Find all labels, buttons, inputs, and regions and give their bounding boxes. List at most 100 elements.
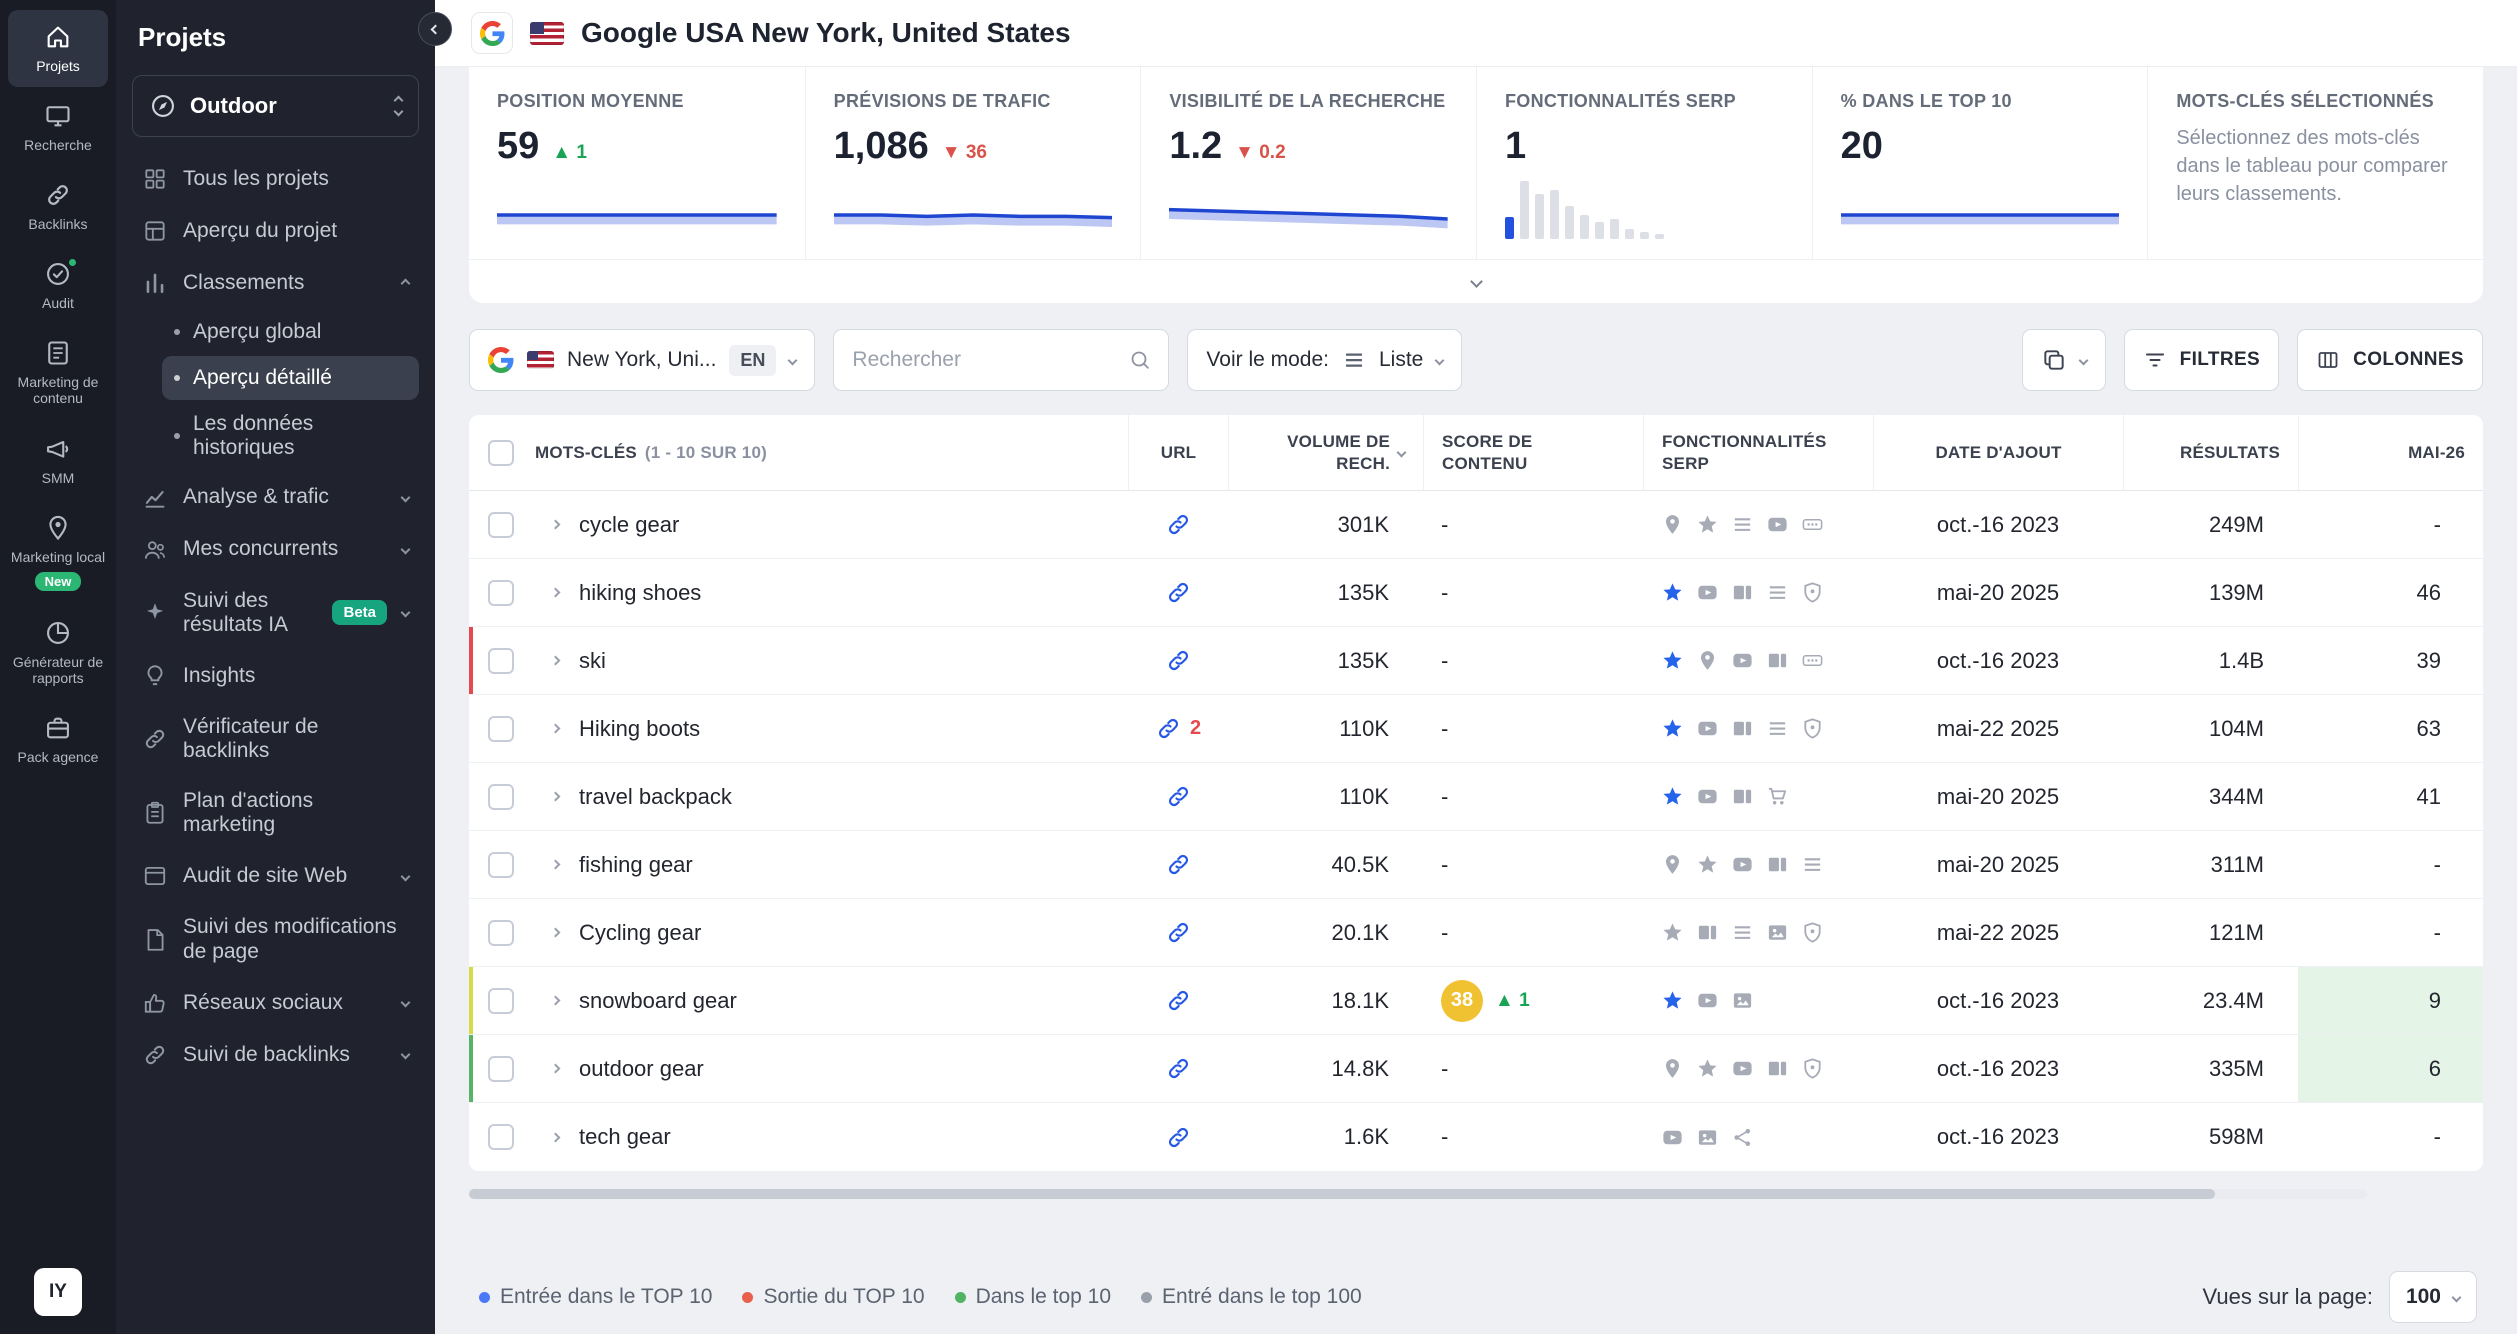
- row-checkbox[interactable]: [469, 763, 533, 830]
- row-checkbox[interactable]: [469, 831, 533, 898]
- sidebar-subitem-apercu-global[interactable]: Aperçu global: [162, 310, 419, 354]
- rail-item-recherche[interactable]: Recherche: [8, 89, 108, 166]
- row-expander[interactable]: [533, 491, 577, 558]
- project-selector[interactable]: Outdoor: [132, 75, 419, 137]
- metric-card[interactable]: MOTS-CLÉS SÉLECTIONNÉSSélectionnez des m…: [2147, 67, 2483, 259]
- sidebar-item-suivi-resultats-ia[interactable]: Suivi des résultats IABeta: [132, 576, 419, 650]
- rail-item-backlinks[interactable]: Backlinks: [8, 168, 108, 245]
- column-header-results[interactable]: RÉSULTATS: [2123, 415, 2298, 490]
- row-checkbox[interactable]: [469, 899, 533, 966]
- sidebar-item-suivi-modifications-page[interactable]: Suivi des modifications de page: [132, 902, 419, 976]
- sidebar-item-insights[interactable]: Insights: [132, 650, 419, 702]
- row-expander[interactable]: [533, 831, 577, 898]
- metric-card[interactable]: VISIBILITÉ DE LA RECHERCHE1.2▼ 0.2: [1140, 67, 1476, 259]
- keyword-cell[interactable]: snowboard gear: [577, 967, 1128, 1034]
- sidebar-collapse-button[interactable]: [418, 12, 452, 46]
- row-checkbox[interactable]: [469, 1035, 533, 1102]
- view-mode-selector[interactable]: Voir le mode: Liste: [1187, 329, 1462, 391]
- row-checkbox[interactable]: [469, 491, 533, 558]
- metric-card[interactable]: % DANS LE TOP 1020: [1812, 67, 2148, 259]
- url-cell[interactable]: [1128, 491, 1228, 558]
- column-header-period[interactable]: MAI-26: [2298, 415, 2483, 490]
- copy-dropdown-button[interactable]: [2022, 329, 2106, 391]
- sidebar-subitem-apercu-detaille[interactable]: Aperçu détaillé: [162, 356, 419, 400]
- table-row: cycle gear301K-oct.-16 2023249M-: [469, 491, 2483, 559]
- row-expander[interactable]: [533, 695, 577, 762]
- keyword-search[interactable]: [833, 329, 1169, 391]
- sidebar-subitem-donnees-historiques[interactable]: Les données historiques: [162, 402, 419, 470]
- keyword-cell[interactable]: Hiking boots: [577, 695, 1128, 762]
- url-cell[interactable]: [1128, 627, 1228, 694]
- row-expander[interactable]: [533, 627, 577, 694]
- keyword-cell[interactable]: hiking shoes: [577, 559, 1128, 626]
- metric-card[interactable]: POSITION MOYENNE59▲ 1: [469, 67, 805, 259]
- select-all-checkbox[interactable]: [469, 415, 533, 490]
- serp-star-icon: [1696, 513, 1719, 536]
- column-header-date[interactable]: DATE D'AJOUT: [1873, 415, 2123, 490]
- keyword-cell[interactable]: cycle gear: [577, 491, 1128, 558]
- keyword-cell[interactable]: ski: [577, 627, 1128, 694]
- row-expander[interactable]: [533, 763, 577, 830]
- search-input[interactable]: [852, 348, 1115, 372]
- column-header-volume[interactable]: VOLUME DE RECH.: [1228, 415, 1423, 490]
- filters-button[interactable]: FILTRES: [2124, 329, 2280, 391]
- keyword-cell[interactable]: Cycling gear: [577, 899, 1128, 966]
- sidebar-item-plan-actions-marketing[interactable]: Plan d'actions marketing: [132, 776, 419, 850]
- column-header-keywords[interactable]: MOTS-CLÉS (1 - 10 SUR 10): [533, 415, 1128, 490]
- metrics-expand-strip[interactable]: [469, 259, 2483, 303]
- row-expander[interactable]: [533, 1103, 577, 1171]
- metric-card[interactable]: PRÉVISIONS DE TRAFIC1,086▼ 36: [805, 67, 1141, 259]
- serp-star-icon: [1661, 717, 1684, 740]
- user-avatar[interactable]: IY: [34, 1268, 82, 1316]
- keyword-cell[interactable]: fishing gear: [577, 831, 1128, 898]
- rail-item-projets[interactable]: Projets: [8, 10, 108, 87]
- keyword-cell[interactable]: outdoor gear: [577, 1035, 1128, 1102]
- content-score-badge: 38: [1441, 980, 1483, 1022]
- sidebar-item-analyse-trafic[interactable]: Analyse & trafic: [132, 472, 419, 524]
- page-size-select[interactable]: 100: [2389, 1271, 2477, 1323]
- url-cell[interactable]: [1128, 831, 1228, 898]
- url-cell[interactable]: 2: [1128, 695, 1228, 762]
- column-header-score[interactable]: SCORE DE CONTENU: [1423, 415, 1643, 490]
- search-engine-selector[interactable]: New York, Uni... EN: [469, 329, 815, 391]
- keyword-cell[interactable]: tech gear: [577, 1103, 1128, 1171]
- horizontal-scrollbar[interactable]: [469, 1189, 2367, 1199]
- rail-item-pack-agence[interactable]: Pack agence: [8, 701, 108, 778]
- scrollbar-thumb[interactable]: [469, 1189, 2215, 1199]
- serp-location-icon: [1661, 1057, 1684, 1080]
- sidebar-item-apercu-du-projet[interactable]: Aperçu du projet: [132, 205, 419, 257]
- row-checkbox[interactable]: [469, 695, 533, 762]
- url-cell[interactable]: [1128, 899, 1228, 966]
- url-cell[interactable]: [1128, 1035, 1228, 1102]
- row-expander[interactable]: [533, 899, 577, 966]
- row-expander[interactable]: [533, 1035, 577, 1102]
- metric-delta: ▲ 1: [552, 142, 587, 164]
- url-cell[interactable]: [1128, 967, 1228, 1034]
- rail-item-marketing-local[interactable]: Marketing localNew: [8, 501, 108, 604]
- rail-item-generateur-rapports[interactable]: Générateur de rapports: [8, 606, 108, 699]
- row-checkbox[interactable]: [469, 1103, 533, 1171]
- sidebar-item-suivi-backlinks[interactable]: Suivi de backlinks: [132, 1029, 419, 1081]
- sidebar-item-audit-site-web[interactable]: Audit de site Web: [132, 850, 419, 902]
- column-header-serp[interactable]: FONCTIONNALITÉS SERP: [1643, 415, 1873, 490]
- row-expander[interactable]: [533, 559, 577, 626]
- rail-item-audit[interactable]: Audit: [8, 247, 108, 324]
- url-cell[interactable]: [1128, 763, 1228, 830]
- url-cell[interactable]: [1128, 559, 1228, 626]
- column-header-url[interactable]: URL: [1128, 415, 1228, 490]
- sidebar-item-verificateur-backlinks[interactable]: Vérificateur de backlinks: [132, 702, 419, 776]
- row-checkbox[interactable]: [469, 559, 533, 626]
- row-expander[interactable]: [533, 967, 577, 1034]
- columns-button[interactable]: COLONNES: [2297, 329, 2483, 391]
- keyword-cell[interactable]: travel backpack: [577, 763, 1128, 830]
- sidebar-item-reseaux-sociaux[interactable]: Réseaux sociaux: [132, 977, 419, 1029]
- rail-item-smm[interactable]: SMM: [8, 422, 108, 499]
- row-checkbox[interactable]: [469, 967, 533, 1034]
- metric-card[interactable]: FONCTIONNALITÉS SERP1: [1476, 67, 1812, 259]
- sidebar-item-tous-les-projets[interactable]: Tous les projets: [132, 153, 419, 205]
- row-checkbox[interactable]: [469, 627, 533, 694]
- sidebar-item-classements[interactable]: Classements: [132, 257, 419, 309]
- sidebar-item-mes-concurrents[interactable]: Mes concurrents: [132, 524, 419, 576]
- rail-item-marketing-contenu[interactable]: Marketing de contenu: [8, 326, 108, 419]
- url-cell[interactable]: [1128, 1103, 1228, 1171]
